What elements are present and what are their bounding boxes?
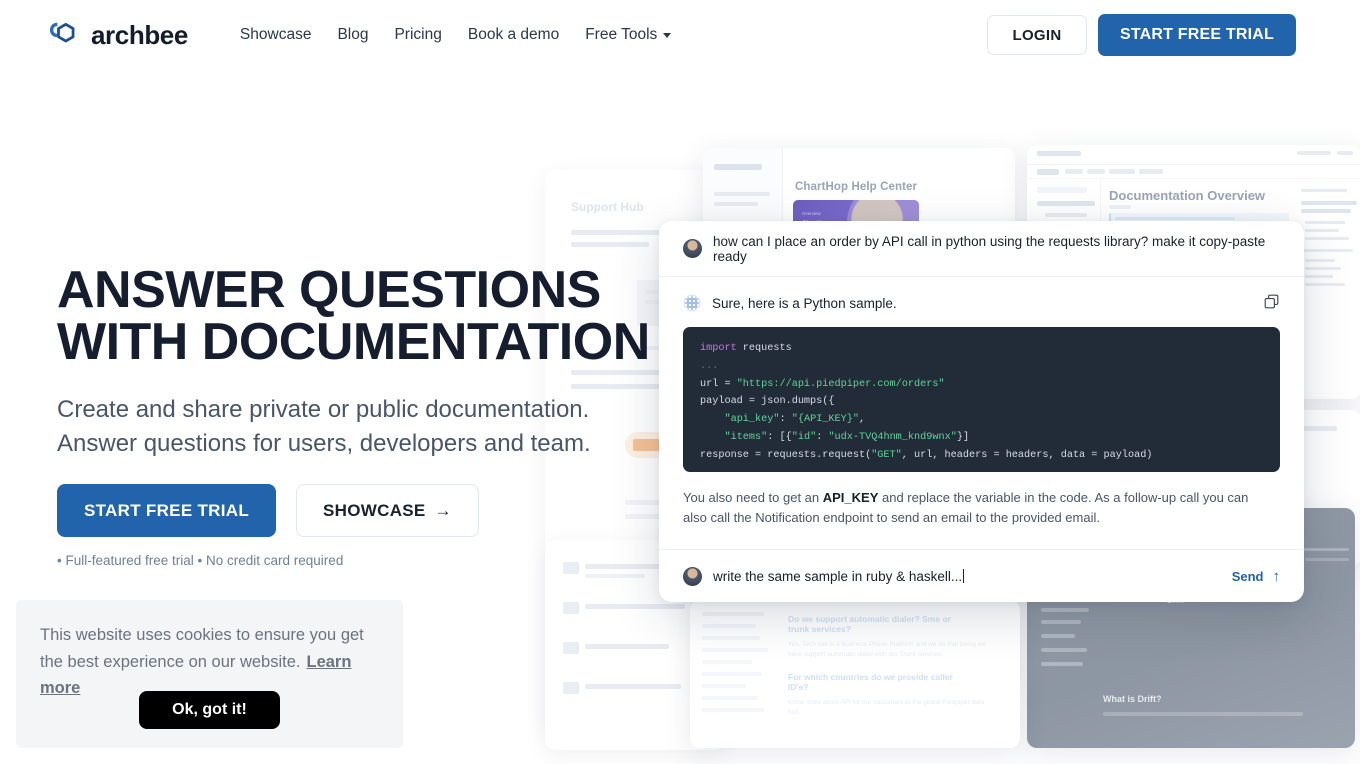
logo-text: archbee — [91, 19, 188, 50]
main-navigation: Showcase Blog Pricing Book a demo Free T… — [240, 26, 672, 44]
nav-item-blog[interactable]: Blog — [337, 26, 368, 44]
chat-answer-intro: Sure, here is a Python sample. — [712, 295, 897, 311]
drift-question: What is Drift? — [1103, 694, 1162, 704]
nav-item-book-a-demo[interactable]: Book a demo — [468, 26, 559, 44]
user-avatar — [683, 239, 702, 258]
nav-item-showcase[interactable]: Showcase — [240, 26, 312, 44]
login-button[interactable]: LOGIN — [986, 15, 1087, 55]
start-free-trial-button[interactable]: START FREE TRIAL — [57, 484, 277, 537]
showcase-button[interactable]: SHOWCASE → — [296, 484, 479, 537]
cookie-consent-banner: This website uses cookies to ensure you … — [16, 600, 403, 748]
cookie-accept-button[interactable]: Ok, got it! — [139, 691, 280, 729]
ai-chat-widget: how can I place an order by API call in … — [659, 221, 1304, 602]
code-id-key: "id" — [791, 431, 817, 443]
chat-question-row: how can I place an order by API call in … — [659, 221, 1304, 277]
code-payload-line: payload = json.dumps({ — [700, 396, 835, 408]
logo[interactable]: archbee — [46, 19, 188, 51]
hero-sub-line-1: Create and share private or public docum… — [57, 396, 590, 423]
faq-question-1: Do we support automatic dialer? Sms or t… — [788, 614, 951, 634]
header-actions: LOGIN START FREE TRIAL — [986, 14, 1296, 56]
chat-answer-row: Sure, here is a Python sample. — [683, 294, 1280, 312]
chat-footer-apikey: API_KEY — [822, 490, 879, 505]
chat-answer-body: Sure, here is a Python sample. import re… — [659, 277, 1304, 528]
user-avatar-input — [683, 566, 702, 586]
send-label: Send — [1231, 568, 1264, 584]
code-apikey-mid: : — [779, 414, 792, 425]
hero-trial-note: • Full-featured free trial • No credit c… — [57, 553, 344, 568]
code-id-val: "udx-TVQ4hnm_knd9wnx" — [828, 431, 957, 443]
hero-title-line-1: ANSWER QUESTIONS — [57, 261, 601, 319]
code-ellipsis: ... — [700, 360, 719, 372]
code-kw-import: import — [700, 343, 737, 354]
chat-input-field[interactable]: write the same sample in ruby & haskell.… — [713, 569, 1221, 584]
code-content: import requests ... url = "https://api.p… — [700, 340, 1263, 464]
faq-answer-2: Know more about API for our customers at… — [788, 699, 985, 716]
code-id-mid: : — [816, 431, 829, 443]
documentation-overview-title: Documentation Overview — [1109, 188, 1266, 203]
send-button[interactable]: Send ↑ — [1232, 569, 1280, 584]
code-url-string: "https://api.piedpiper.com/orders" — [736, 378, 945, 390]
background-card-faq: Do we support automatic dialer? Sms or t… — [690, 600, 1020, 748]
showcase-button-label: SHOWCASE — [323, 500, 426, 520]
charthop-hero-eyebrow: Overview — [802, 211, 821, 216]
chat-footer-text: You also need to get an API_KEY and repl… — [683, 488, 1280, 528]
code-apikey-val: "{API_KEY}" — [791, 414, 859, 425]
charthop-title: ChartHop Help Center — [795, 181, 918, 193]
code-response-post: , url, headers = headers, data = payload… — [901, 449, 1153, 461]
header-start-free-trial-button[interactable]: START FREE TRIAL — [1097, 14, 1296, 56]
chat-footer-pre: You also need to get an — [683, 490, 823, 505]
ai-dot-grid-icon — [683, 294, 701, 312]
code-apikey-end: , — [858, 414, 866, 425]
chat-input-bar[interactable]: write the same sample in ruby & haskell.… — [659, 549, 1304, 602]
code-response-pre: response = requests.request( — [700, 449, 872, 461]
code-import-rest: requests — [736, 343, 792, 354]
code-method-string: "GET" — [871, 449, 902, 461]
send-arrow-icon: ↑ — [1272, 567, 1281, 585]
text-cursor — [963, 569, 965, 583]
site-header: archbee Showcase Blog Pricing Book a dem… — [0, 0, 1360, 70]
nav-item-pricing[interactable]: Pricing — [394, 26, 441, 44]
top-white-fade — [0, 70, 1360, 114]
chevron-down-icon — [663, 32, 672, 38]
nav-item-free-tools-label: Free Tools — [585, 26, 658, 43]
code-apikey-key: "api_key" — [724, 414, 780, 425]
code-block: import requests ... url = "https://api.p… — [683, 327, 1280, 472]
nav-item-free-tools[interactable]: Free Tools — [585, 26, 672, 44]
copy-icon[interactable] — [1263, 293, 1280, 315]
chat-question-text: how can I place an order by API call in … — [713, 233, 1266, 264]
code-items-mid: : [{ — [767, 431, 792, 443]
faq-question-2: For which countries do we provide caller… — [788, 672, 953, 692]
hero-sub-line-2: Answer questions for users, developers a… — [57, 430, 591, 458]
faq-answer-1: Yes, Tech talk is a business Phone Platf… — [788, 641, 987, 658]
arrow-right-icon: → — [434, 500, 452, 520]
hero-subtitle: Create and share private or public docum… — [57, 393, 617, 461]
hero-title-line-2: WITH DOCUMENTATION — [57, 313, 650, 371]
archbee-hexagon-logo-icon — [49, 22, 75, 43]
support-hub-title: Support Hub — [571, 200, 644, 214]
chat-input-value: write the same sample in ruby & haskell.… — [713, 568, 963, 584]
page-title: ANSWER QUESTIONS WITH DOCUMENTATION — [57, 264, 657, 368]
code-items-key: "items" — [724, 431, 768, 443]
code-url-pre: url = — [700, 378, 737, 390]
hero-cta-group: START FREE TRIAL SHOWCASE → — [57, 484, 479, 537]
code-items-end: }] — [956, 431, 970, 443]
